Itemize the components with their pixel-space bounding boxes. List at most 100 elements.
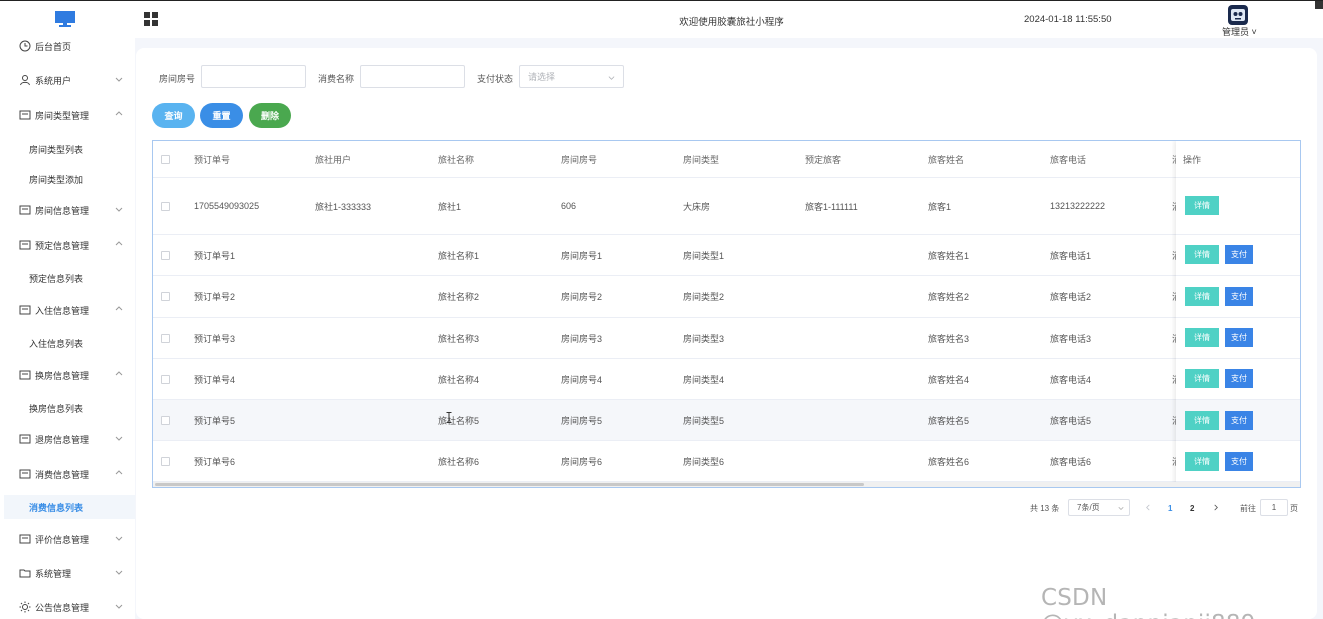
prev-page-icon[interactable] <box>1145 504 1151 511</box>
row-checkbox[interactable] <box>161 333 170 343</box>
cell-hotel-name: 旅社名称4 <box>438 374 480 385</box>
sidebar-item-booking[interactable]: 预定信息管理 <box>0 232 135 258</box>
chevron-up-icon <box>115 241 123 246</box>
sidebar-item-label: 系统管理 <box>35 568 72 579</box>
cell-guest-name: 旅客姓名3 <box>928 333 970 344</box>
sidebar-item-checkin[interactable]: 入住信息管理 <box>0 297 135 323</box>
pay-button[interactable]: 支付 <box>1225 328 1253 347</box>
sidebar-item-room-type-add[interactable]: 房间类型添加 <box>0 167 135 191</box>
pagination-total: 共 13 条 <box>1030 503 1060 513</box>
sidebar-item-room-change-list[interactable]: 换房信息列表 <box>0 396 135 420</box>
select-all-checkbox[interactable] <box>161 154 170 164</box>
chevron-down-icon <box>115 77 123 82</box>
cell-room-no: 房间房号3 <box>561 333 603 344</box>
pay-button[interactable]: 支付 <box>1225 452 1253 471</box>
pay-button[interactable]: 支付 <box>1225 411 1253 430</box>
window-icon <box>19 205 31 215</box>
sidebar-item-label: 系统用户 <box>35 75 72 86</box>
sidebar-item-booking-list[interactable]: 预定信息列表 <box>0 266 135 290</box>
column-header: 房间房号 <box>561 154 598 165</box>
detail-button[interactable]: 详情 <box>1185 196 1219 215</box>
row-checkbox[interactable] <box>161 250 170 260</box>
cell-room-no: 房间房号5 <box>561 415 603 426</box>
operation-column: 操作 详情 详情 支付 详情 支付 详情 支付 详情 支付 详情 支付 详情 支… <box>1176 141 1300 487</box>
watermark: CSDN @vx_danpianji889 <box>1041 585 1255 619</box>
query-button[interactable]: 查询 <box>152 103 195 128</box>
page-1[interactable]: 1 <box>1168 500 1172 516</box>
page-size-select[interactable]: 7条/页 <box>1068 499 1130 516</box>
sidebar-item-system-users[interactable]: 系统用户 <box>0 67 135 93</box>
cell-room-no: 房间房号4 <box>561 374 603 385</box>
window-icon <box>19 305 31 315</box>
pay-status-label: 支付状态 <box>477 74 514 84</box>
cell-hotel-name: 旅社名称2 <box>438 292 480 302</box>
reset-button[interactable]: 重置 <box>200 103 243 128</box>
table-row[interactable]: 预订单号2 旅社名称2 房间房号2 房间类型2 旅客姓名2 旅客电话2 消 <box>153 276 1300 318</box>
room-no-input[interactable] <box>201 65 306 88</box>
cell-order-no: 预订单号2 <box>194 292 236 302</box>
column-header: 房间类型 <box>683 154 720 165</box>
scrollbar-thumb[interactable] <box>155 483 864 486</box>
detail-button[interactable]: 详情 <box>1185 452 1219 471</box>
next-page-icon[interactable] <box>1213 504 1219 511</box>
page-2[interactable]: 2 <box>1190 500 1194 516</box>
table-row[interactable]: 预订单号5 旅社名称5 房间房号5 房间类型5 旅客姓名5 旅客电话5 消 <box>153 400 1300 441</box>
sidebar-item-review[interactable]: 评价信息管理 <box>0 526 135 552</box>
table-row[interactable]: 预订单号4 旅社名称4 房间房号4 房间类型4 旅客姓名4 旅客电话4 消 <box>153 359 1300 400</box>
window-icon <box>19 469 31 479</box>
cell-room-type: 房间类型1 <box>683 250 725 261</box>
sidebar-item-room-type[interactable]: 房间类型管理 <box>0 102 135 128</box>
consume-name-input[interactable] <box>360 65 465 88</box>
row-checkbox[interactable] <box>161 374 170 384</box>
sun-icon <box>19 601 31 613</box>
operation-cell: 详情 支付 <box>1176 235 1300 276</box>
sidebar-item-label: 公告信息管理 <box>35 602 90 613</box>
sidebar-item-room-type-list[interactable]: 房间类型列表 <box>0 137 135 161</box>
sidebar-item-room-info[interactable]: 房间信息管理 <box>0 197 135 223</box>
pay-button[interactable]: 支付 <box>1225 245 1253 264</box>
user-name: 管理员 <box>1222 27 1250 37</box>
cell-guest-name: 旅客姓名5 <box>928 415 970 426</box>
horizontal-scrollbar[interactable] <box>153 482 1300 487</box>
operation-cell: 详情 <box>1176 178 1300 235</box>
row-checkbox[interactable] <box>161 292 170 301</box>
delete-button[interactable]: 删除 <box>249 103 291 128</box>
sidebar-item-room-change[interactable]: 换房信息管理 <box>0 362 135 388</box>
sidebar-item-checkout[interactable]: 退房信息管理 <box>0 426 135 452</box>
sidebar-item-system[interactable]: 系统管理 <box>0 560 135 586</box>
table-row[interactable]: 预订单号1 旅社名称1 房间房号1 房间类型1 旅客姓名1 旅客电话1 消 <box>153 235 1300 276</box>
row-checkbox[interactable] <box>161 201 170 211</box>
table-row[interactable]: 预订单号3 旅社名称3 房间房号3 房间类型3 旅客姓名3 旅客电话3 消 <box>153 318 1300 359</box>
cell-guest-phone: 旅客电话6 <box>1050 456 1092 467</box>
detail-button[interactable]: 详情 <box>1185 328 1219 347</box>
cell-hotel-name: 旅社名称6 <box>438 456 480 467</box>
page-unit-label: 页 <box>1290 503 1298 513</box>
pay-button[interactable]: 支付 <box>1225 287 1253 306</box>
sidebar-item-label: 入住信息管理 <box>35 305 90 316</box>
table-row[interactable]: 1705549093025 旅社1-333333 旅社1 606 大床房 旅客1… <box>153 178 1300 235</box>
sidebar-item-consume[interactable]: 消费信息管理 <box>0 461 135 487</box>
column-header: 预订单号 <box>194 154 231 165</box>
operation-cell: 详情 支付 <box>1176 276 1300 318</box>
detail-button[interactable]: 详情 <box>1185 287 1219 306</box>
detail-button[interactable]: 详情 <box>1185 369 1219 388</box>
sidebar-item-checkin-list[interactable]: 入住信息列表 <box>0 331 135 355</box>
cell-order-no: 预订单号6 <box>194 456 236 467</box>
chevron-down-icon <box>608 76 615 80</box>
table-row[interactable]: 预订单号6 旅社名称6 房间房号6 房间类型6 旅客姓名6 旅客电话6 消 <box>153 441 1300 482</box>
sidebar-item-label: 换房信息列表 <box>29 403 84 414</box>
pay-button[interactable]: 支付 <box>1225 369 1253 388</box>
pay-status-select[interactable]: 请选择 <box>519 65 624 88</box>
goto-page-input[interactable]: 1 <box>1260 499 1288 516</box>
avatar[interactable] <box>1228 5 1248 25</box>
cell-hotel-name: 旅社名称5 <box>438 415 480 426</box>
user-menu[interactable]: 管理员 ˅ <box>1222 25 1257 38</box>
row-checkbox[interactable] <box>161 456 170 466</box>
detail-button[interactable]: 详情 <box>1185 411 1219 430</box>
sidebar-item-home[interactable]: 后台首页 <box>0 38 135 59</box>
sidebar-item-consume-list[interactable]: 消费信息列表 <box>4 495 135 519</box>
cell-room-type: 房间类型2 <box>683 292 725 302</box>
sidebar-item-notice[interactable]: 公告信息管理 <box>0 594 135 619</box>
detail-button[interactable]: 详情 <box>1185 245 1219 264</box>
row-checkbox[interactable] <box>161 415 170 425</box>
